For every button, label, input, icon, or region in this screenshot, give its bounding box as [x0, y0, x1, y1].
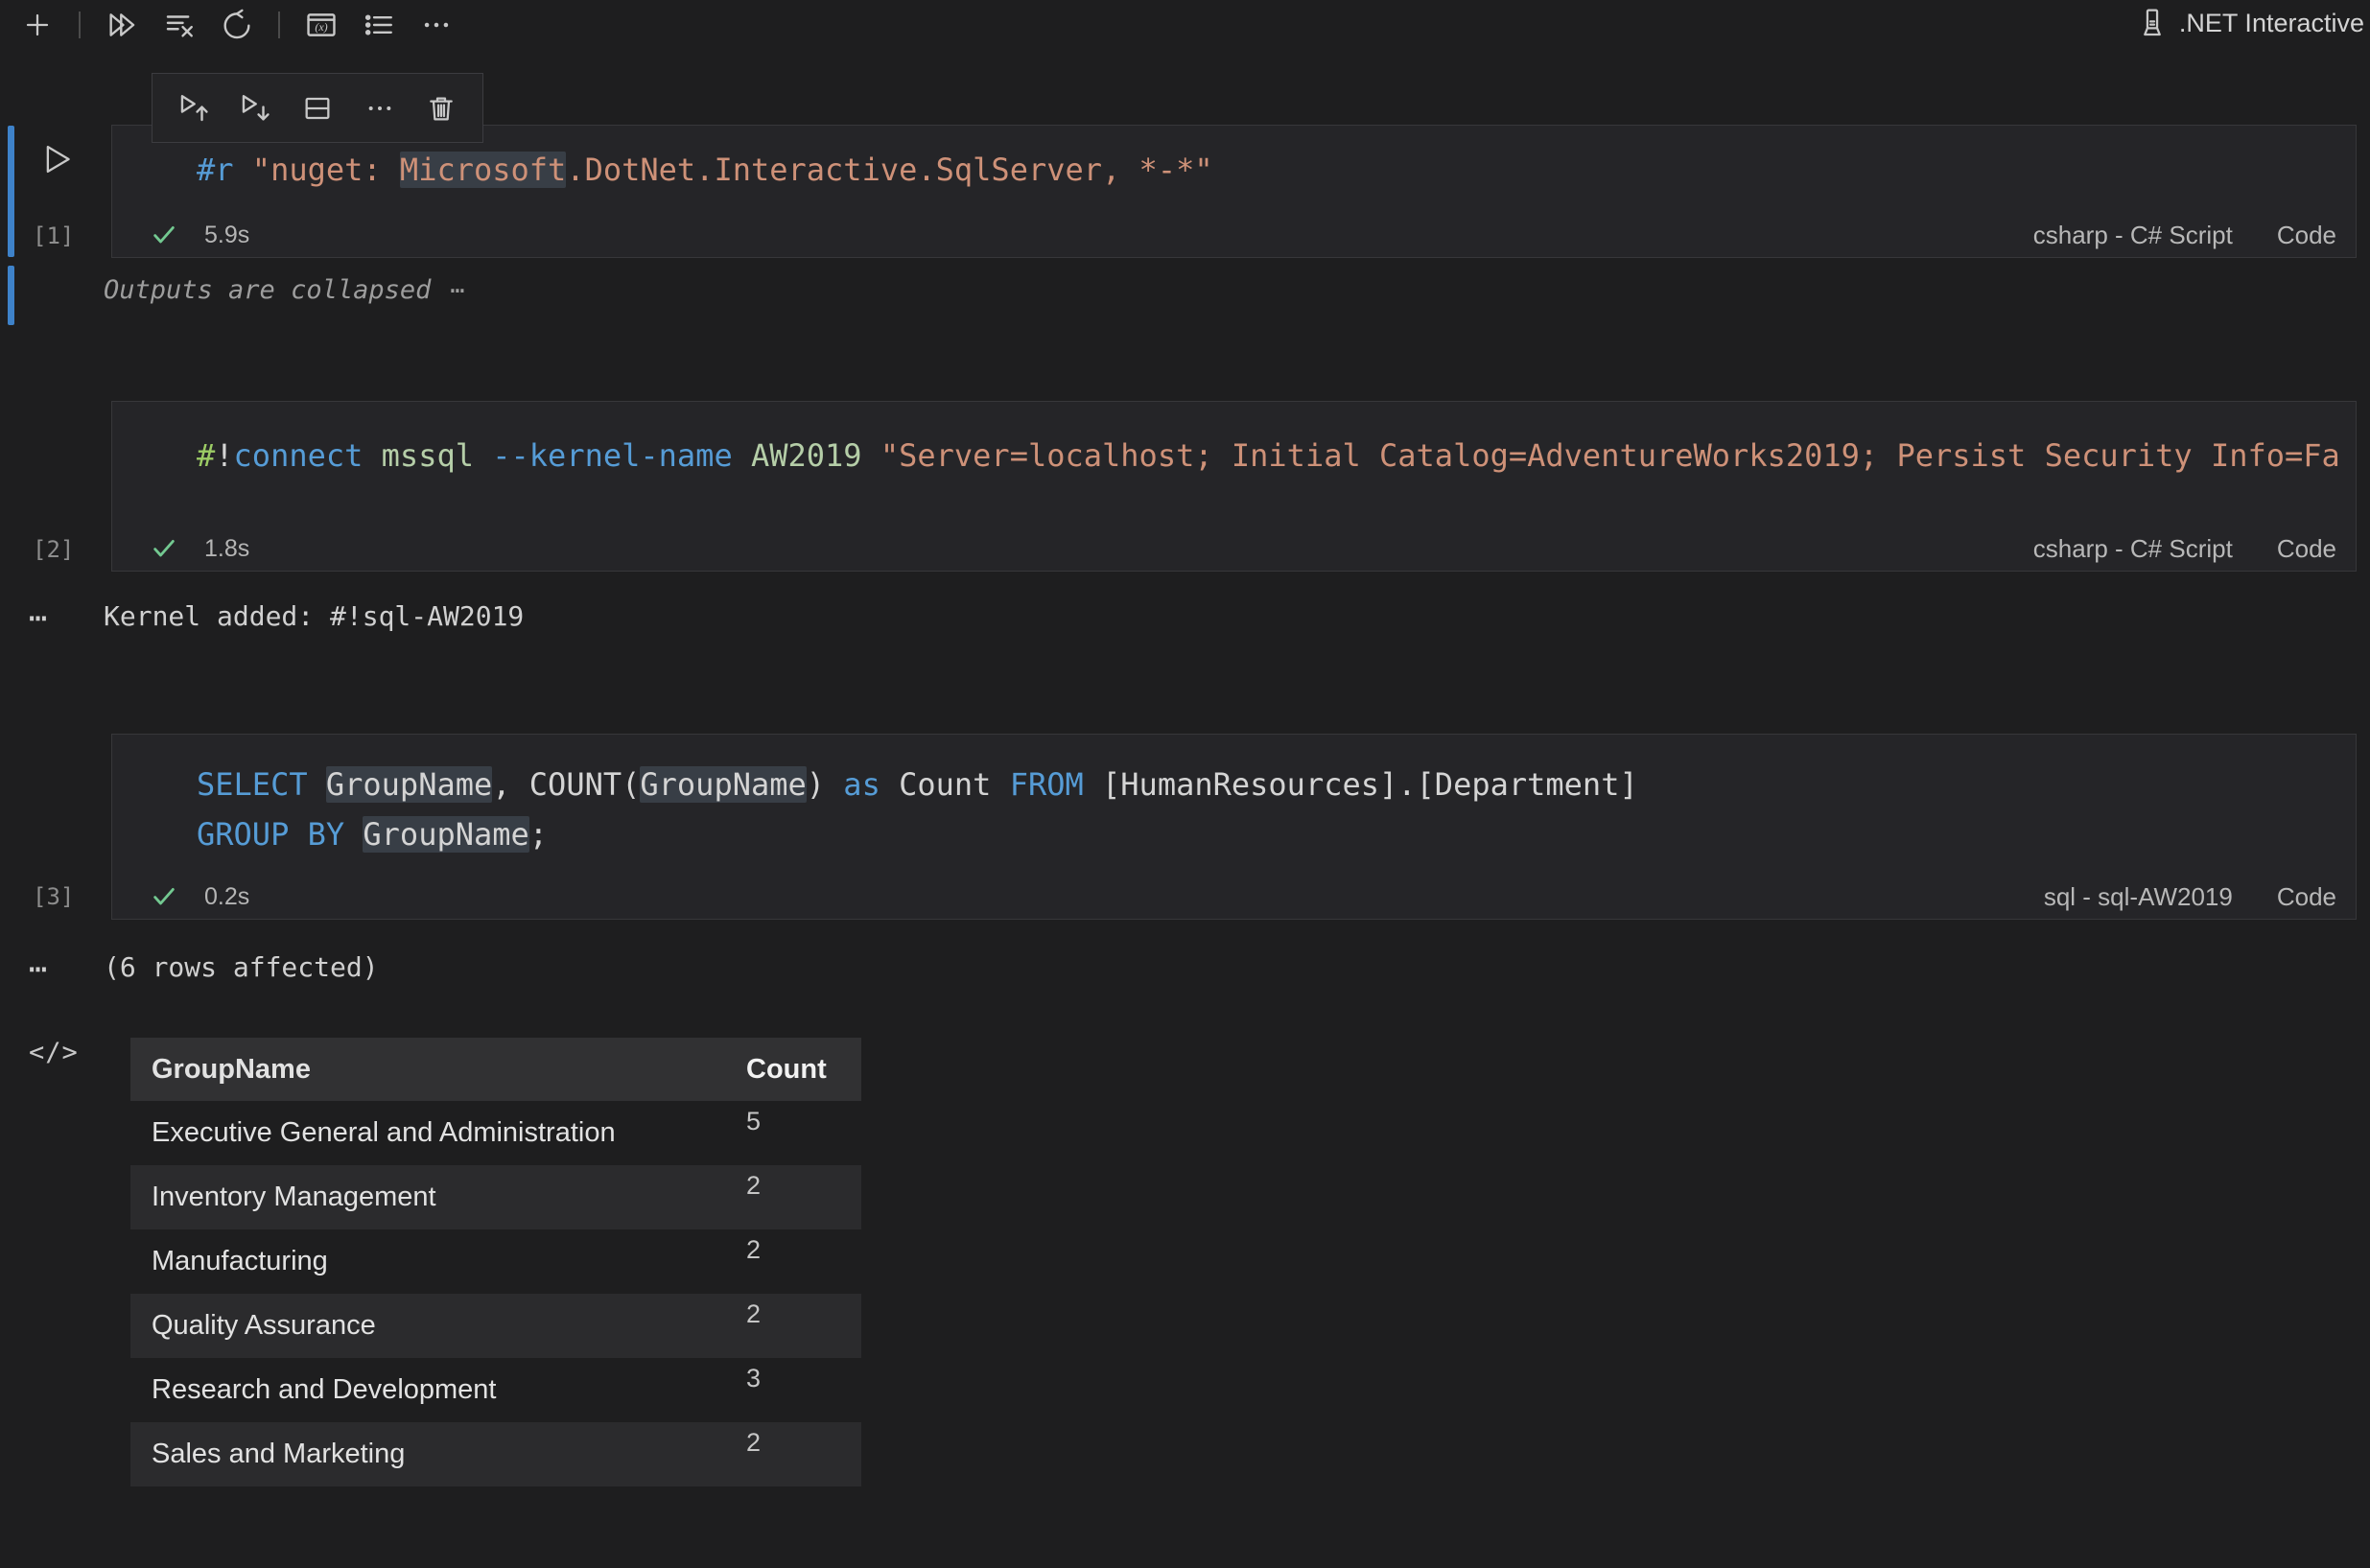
- clear-outputs-icon: [163, 9, 196, 41]
- success-check-icon: [151, 883, 177, 910]
- more-actions-button[interactable]: [414, 5, 458, 45]
- add-cell-button[interactable]: [15, 5, 59, 45]
- run-all-button[interactable]: [100, 5, 144, 45]
- cell-toolbar: [152, 73, 483, 143]
- restart-kernel-button[interactable]: [215, 5, 259, 45]
- kernel-icon: [2137, 8, 2168, 38]
- groupname-cell: Executive General and Administration: [152, 1117, 746, 1149]
- variables-icon: (x): [305, 9, 338, 41]
- table-row: Sales and Marketing2: [130, 1422, 861, 1486]
- outline-button[interactable]: [357, 5, 401, 45]
- delete-cell-button[interactable]: [420, 87, 462, 129]
- clear-outputs-button[interactable]: [157, 5, 201, 45]
- cell-status-bar: 1.8s csharp - C# Script Code: [112, 527, 2356, 571]
- column-header-groupname: GroupName: [152, 1054, 746, 1086]
- toolbar-divider: [79, 12, 81, 38]
- execute-below-button[interactable]: [234, 87, 276, 129]
- collapsed-outputs-label: Outputs are collapsed: [104, 275, 431, 305]
- cell-output-text: (6 rows affected): [104, 954, 379, 981]
- table-row: Quality Assurance2: [130, 1294, 861, 1358]
- execution-count: [2]: [33, 538, 74, 561]
- list-icon: [363, 9, 395, 41]
- groupname-cell: Research and Development: [152, 1374, 746, 1406]
- language-picker[interactable]: csharp - C# Script: [2033, 534, 2233, 564]
- table-row: Inventory Management2: [130, 1165, 861, 1229]
- language-picker[interactable]: csharp - C# Script: [2033, 221, 2233, 250]
- code-cell-1: #r "nuget: Microsoft.DotNet.Interactive.…: [111, 125, 2357, 258]
- code-editor[interactable]: SELECT GroupName, COUNT(GroupName) as Co…: [112, 735, 2356, 859]
- table-row: Manufacturing2: [130, 1229, 861, 1294]
- count-cell: 5: [746, 1101, 861, 1136]
- svg-text:(x): (x): [315, 20, 327, 34]
- collapsed-outputs-row[interactable]: Outputs are collapsed ⋯: [104, 275, 464, 305]
- split-cell-button[interactable]: [296, 87, 339, 129]
- execution-duration: 1.8s: [204, 535, 249, 563]
- groupname-cell: Sales and Marketing: [152, 1439, 746, 1470]
- count-cell: 2: [746, 1422, 861, 1458]
- run-cell-button[interactable]: [36, 140, 75, 178]
- query-result-table: GroupName Count Executive General and Ad…: [130, 1038, 861, 1486]
- execution-count: [1]: [33, 224, 74, 247]
- run-all-icon: [106, 9, 138, 41]
- execution-duration: 5.9s: [204, 222, 249, 249]
- cell-kind-label[interactable]: Code: [2277, 882, 2336, 912]
- more-cell-actions-button[interactable]: [359, 87, 401, 129]
- code-line[interactable]: SELECT GroupName, COUNT(GroupName) as Co…: [197, 760, 2356, 809]
- add-icon: [22, 10, 53, 40]
- notebook-editor: (x) .NET Interactive [1] #r "nuget: Micr…: [0, 0, 2370, 1568]
- cell-kind-label[interactable]: Code: [2277, 221, 2336, 250]
- variables-button[interactable]: (x): [299, 5, 343, 45]
- count-cell: 2: [746, 1294, 861, 1329]
- count-cell: 3: [746, 1358, 861, 1393]
- execute-below-icon: [239, 92, 271, 125]
- code-editor[interactable]: #!connect mssql --kernel-name AW2019 "Se…: [112, 402, 2356, 480]
- code-line[interactable]: #r "nuget: Microsoft.DotNet.Interactive.…: [197, 145, 2356, 195]
- table-row: Executive General and Administration5: [130, 1101, 861, 1165]
- groupname-cell: Inventory Management: [152, 1182, 746, 1213]
- kernel-label: .NET Interactive: [2179, 9, 2364, 38]
- execution-count: [3]: [33, 885, 74, 908]
- success-check-icon: [151, 535, 177, 562]
- code-line[interactable]: GROUP BY GroupName;: [197, 809, 2356, 859]
- more-icon: [420, 9, 453, 41]
- output-menu-icon[interactable]: ⋯: [29, 953, 47, 984]
- table-body: Executive General and Administration5Inv…: [130, 1101, 861, 1486]
- count-cell: 2: [746, 1165, 861, 1201]
- split-cell-icon: [302, 93, 333, 124]
- output-menu-icon[interactable]: ⋯: [29, 602, 47, 633]
- notebook-toolbar: (x): [15, 4, 458, 46]
- cell-output-text: Kernel added: #!sql-AW2019: [104, 603, 524, 630]
- play-icon: [37, 141, 74, 177]
- more-icon: ⋯: [450, 276, 464, 304]
- groupname-cell: Quality Assurance: [152, 1310, 746, 1342]
- more-icon: [364, 93, 395, 124]
- code-cell-3: SELECT GroupName, COUNT(GroupName) as Co…: [111, 734, 2357, 920]
- restart-icon: [221, 9, 253, 41]
- language-picker[interactable]: sql - sql-AW2019: [2044, 882, 2233, 912]
- success-check-icon: [151, 222, 177, 248]
- output-focus-bar: [8, 266, 14, 325]
- execution-duration: 0.2s: [204, 883, 249, 911]
- trash-icon: [426, 93, 457, 124]
- cell-focus-bar: [8, 126, 14, 257]
- table-header-row: GroupName Count: [130, 1038, 861, 1101]
- cell-status-bar: 5.9s csharp - C# Script Code: [112, 213, 2356, 257]
- cell-status-bar: 0.2s sql - sql-AW2019 Code: [112, 875, 2356, 919]
- execute-above-button[interactable]: [173, 87, 215, 129]
- groupname-cell: Manufacturing: [152, 1246, 746, 1277]
- code-output-icon: </>: [29, 1040, 79, 1065]
- code-cell-2: #!connect mssql --kernel-name AW2019 "Se…: [111, 401, 2357, 572]
- kernel-picker[interactable]: .NET Interactive: [2137, 8, 2364, 38]
- column-header-count: Count: [746, 1054, 861, 1086]
- cell-kind-label[interactable]: Code: [2277, 534, 2336, 564]
- execute-above-icon: [177, 92, 210, 125]
- code-line[interactable]: #!connect mssql --kernel-name AW2019 "Se…: [197, 431, 2356, 480]
- count-cell: 2: [746, 1229, 861, 1265]
- toolbar-divider: [278, 12, 280, 38]
- table-row: Research and Development3: [130, 1358, 861, 1422]
